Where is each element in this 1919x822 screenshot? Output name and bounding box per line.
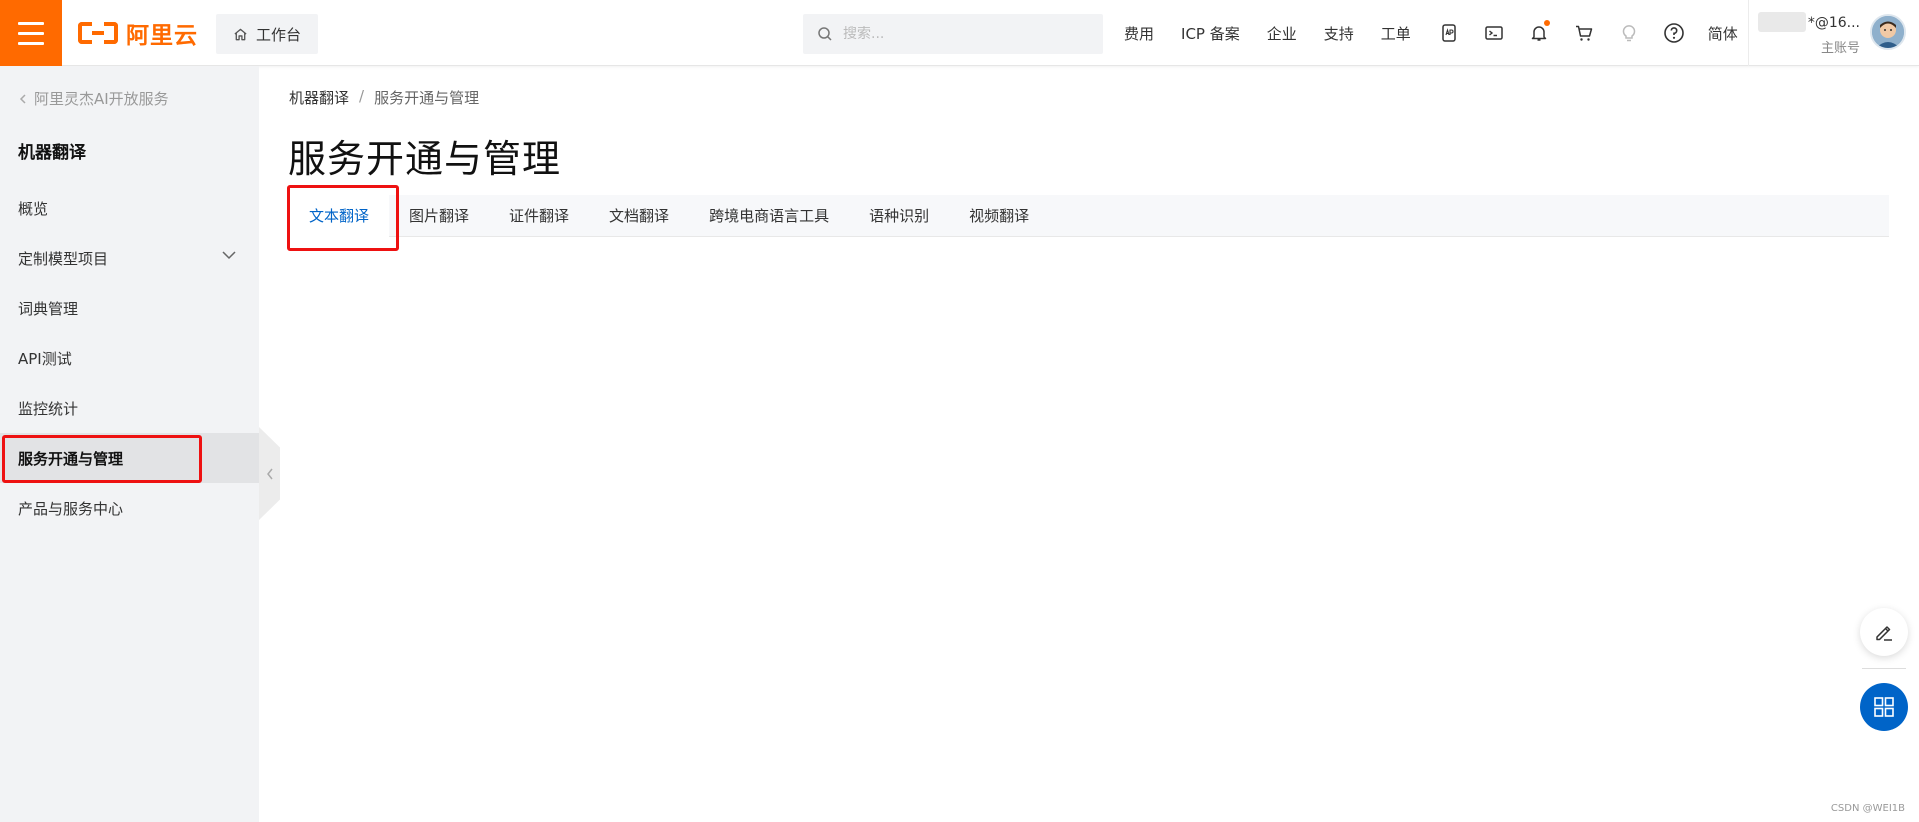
account-name-redacted bbox=[1758, 12, 1806, 32]
hamburger-menu-button[interactable] bbox=[0, 0, 62, 66]
help-icon[interactable] bbox=[1663, 22, 1685, 44]
grid-icon bbox=[1874, 697, 1894, 717]
nav-link-ticket[interactable]: 工单 bbox=[1381, 23, 1411, 44]
sidebar-title: 机器翻译 bbox=[18, 143, 86, 163]
watermark: CSDN @WEI1B bbox=[1830, 803, 1905, 814]
menu-line bbox=[18, 31, 44, 35]
sidebar-item-label: 定制模型项目 bbox=[18, 249, 109, 268]
aliyun-logo-icon bbox=[78, 22, 118, 44]
pencil-icon bbox=[1876, 626, 1892, 641]
topbar-divider bbox=[1748, 0, 1749, 66]
tab-language-detection[interactable]: 语种识别 bbox=[849, 195, 949, 237]
notification-dot bbox=[1543, 20, 1550, 26]
sidebar-item-dictionary[interactable]: 词典管理 bbox=[0, 283, 259, 333]
logo-text: 阿里云 bbox=[126, 23, 198, 49]
bell-icon[interactable] bbox=[1528, 20, 1550, 44]
sidebar-item-api-test[interactable]: API测试 bbox=[0, 333, 259, 383]
tab-label: 视频翻译 bbox=[969, 207, 1030, 225]
account-role: 主账号 bbox=[1820, 41, 1860, 56]
terminal-icon[interactable] bbox=[1483, 22, 1505, 44]
search-icon bbox=[818, 27, 832, 41]
sidebar-item-label: 产品与服务中心 bbox=[18, 499, 124, 518]
sidebar-item-label: 监控统计 bbox=[18, 399, 79, 418]
chevron-down-icon bbox=[222, 251, 236, 260]
breadcrumb: 机器翻译 / 服务开通与管理 bbox=[289, 87, 479, 108]
tab-video-translation[interactable]: 视频翻译 bbox=[949, 195, 1049, 237]
tab-label: 跨境电商语言工具 bbox=[709, 207, 830, 225]
nav-link-support[interactable]: 支持 bbox=[1324, 23, 1354, 44]
page-title: 服务开通与管理 bbox=[288, 137, 562, 181]
tab-certificate-translation[interactable]: 证件翻译 bbox=[489, 195, 589, 237]
account-info[interactable]: *@16... 主账号 bbox=[1758, 10, 1860, 56]
search-box[interactable] bbox=[803, 14, 1103, 54]
top-navigation-bar: 阿里云 工作台 费用 ICP 备案 企业 支持 工单 bbox=[0, 0, 1919, 66]
nav-link-billing[interactable]: 费用 bbox=[1124, 23, 1154, 44]
float-divider bbox=[1862, 668, 1906, 669]
sidebar: 阿里灵杰AI开放服务 机器翻译 概览 定制模型项目 词典管理 API测试 监控统… bbox=[0, 66, 259, 822]
sidebar-item-overview[interactable]: 概览 bbox=[0, 183, 259, 233]
tab-ecommerce-language-tools[interactable]: 跨境电商语言工具 bbox=[689, 195, 849, 237]
nav-link-enterprise[interactable]: 企业 bbox=[1267, 23, 1297, 44]
sidebar-item-label: 词典管理 bbox=[18, 299, 79, 318]
sidebar-item-product-center[interactable]: 产品与服务中心 bbox=[0, 483, 259, 533]
breadcrumb-separator: / bbox=[359, 87, 365, 105]
search-input[interactable] bbox=[843, 26, 1083, 42]
sidebar-collapse-handle[interactable] bbox=[259, 427, 280, 520]
highlight-box bbox=[2, 435, 202, 483]
sidebar-item-label: 概览 bbox=[18, 199, 49, 218]
highlight-box bbox=[287, 184, 399, 251]
tab-label: 文档翻译 bbox=[609, 207, 670, 225]
chevron-left-icon bbox=[19, 93, 26, 104]
chevron-left-icon bbox=[266, 468, 273, 479]
sidebar-item-label: API测试 bbox=[18, 349, 72, 368]
avatar[interactable] bbox=[1870, 14, 1906, 50]
tab-label: 证件翻译 bbox=[509, 207, 570, 225]
sidebar-menu: 概览 定制模型项目 词典管理 API测试 监控统计 服务开通与管理 产品与服务中… bbox=[0, 183, 259, 533]
sidebar-item-custom-model[interactable]: 定制模型项目 bbox=[0, 233, 259, 283]
menu-line bbox=[18, 41, 44, 45]
lightbulb-icon[interactable] bbox=[1618, 22, 1640, 44]
home-icon bbox=[234, 28, 247, 40]
back-link-label: 阿里灵杰AI开放服务 bbox=[34, 90, 169, 108]
workbench-label: 工作台 bbox=[255, 25, 301, 44]
tab-label: 图片翻译 bbox=[409, 207, 470, 225]
workbench-button[interactable]: 工作台 bbox=[216, 14, 318, 54]
breadcrumb-item-root[interactable]: 机器翻译 bbox=[289, 87, 349, 108]
back-link[interactable]: 阿里灵杰AI开放服务 bbox=[18, 88, 169, 109]
top-nav-links: 费用 ICP 备案 企业 支持 工单 简体 bbox=[1124, 0, 1738, 66]
service-tabs: 文本翻译 图片翻译 证件翻译 文档翻译 跨境电商语言工具 语种识别 视频翻译 bbox=[287, 184, 1889, 251]
breadcrumb-item-current: 服务开通与管理 bbox=[374, 89, 480, 107]
quick-apps-button[interactable] bbox=[1860, 683, 1908, 731]
sidebar-item-service-management[interactable]: 服务开通与管理 bbox=[0, 433, 259, 483]
menu-line bbox=[18, 21, 44, 25]
app-icon[interactable] bbox=[1438, 22, 1460, 44]
sidebar-item-monitoring[interactable]: 监控统计 bbox=[0, 383, 259, 433]
language-switch[interactable]: 简体 bbox=[1708, 23, 1738, 44]
tab-text-translation[interactable]: 文本翻译 bbox=[287, 184, 399, 251]
cart-icon[interactable] bbox=[1573, 22, 1595, 44]
tab-image-translation[interactable]: 图片翻译 bbox=[389, 195, 489, 237]
aliyun-logo[interactable]: 阿里云 bbox=[78, 18, 198, 49]
tab-document-translation[interactable]: 文档翻译 bbox=[589, 195, 689, 237]
tab-label: 语种识别 bbox=[869, 207, 930, 225]
account-name: *@16... bbox=[1807, 15, 1860, 31]
nav-link-icp[interactable]: ICP 备案 bbox=[1181, 23, 1240, 44]
feedback-edit-button[interactable] bbox=[1860, 608, 1908, 656]
